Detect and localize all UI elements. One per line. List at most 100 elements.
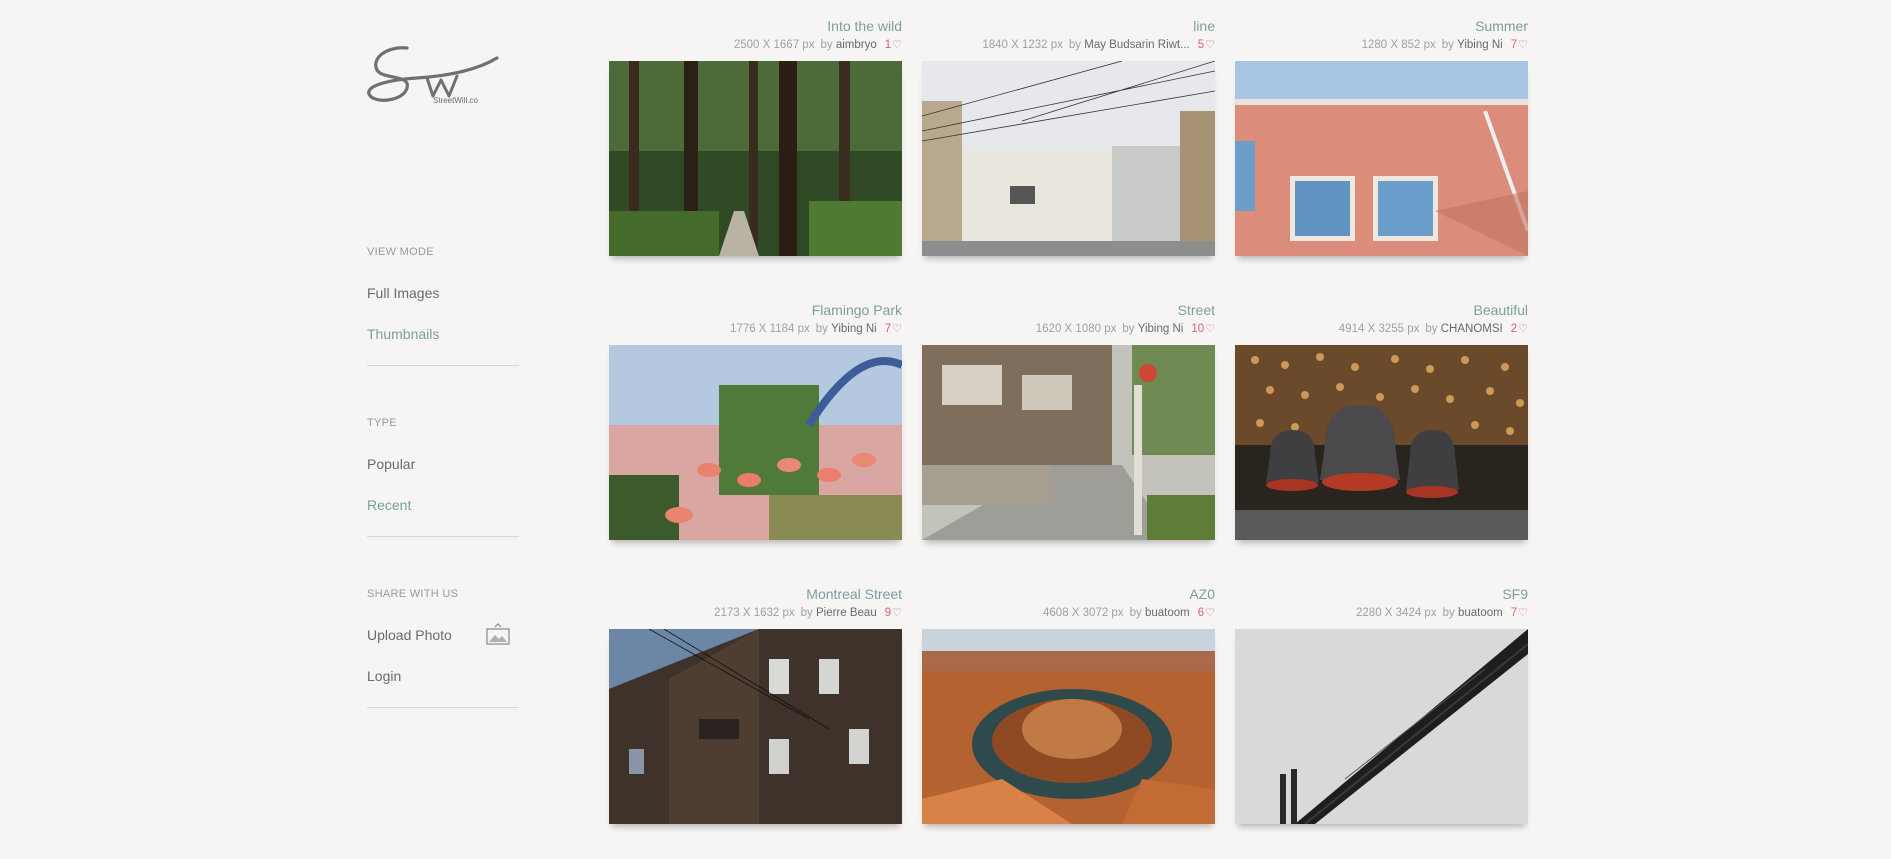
flamingos-image — [609, 345, 902, 540]
photo-dimensions: 1776 X 1184 px — [730, 323, 810, 335]
photo-author[interactable]: May Budsarin Riwt... — [1084, 39, 1189, 51]
like-count: 9 — [884, 607, 892, 619]
photo-thumbnail[interactable] — [609, 61, 902, 256]
photo-thumbnail[interactable] — [1235, 629, 1528, 824]
type-label: TYPE — [367, 417, 397, 429]
photo-thumbnail[interactable] — [922, 629, 1215, 824]
photo-card[interactable]: SF9 2280 X 3424 px by buatoom 7♡ — [1235, 568, 1528, 851]
photo-title[interactable]: Flamingo Park — [812, 302, 902, 318]
heart-icon[interactable]: ♡ — [892, 39, 902, 51]
photo-card[interactable]: AZ0 4608 X 3072 px by buatoom 6♡ — [922, 568, 1215, 851]
photo-author[interactable]: buatoom — [1458, 607, 1503, 619]
photo-thumbnail[interactable] — [609, 345, 902, 540]
photo-dimensions: 4608 X 3072 px — [1043, 607, 1124, 619]
heart-icon[interactable]: ♡ — [1205, 39, 1215, 51]
brick-wall-image — [1235, 61, 1528, 256]
photo-meta: 1776 X 1184 px by Yibing Ni 7♡ — [730, 322, 902, 335]
photo-card[interactable]: Beautiful 4914 X 3255 px by CHANOMSI 2♡ — [1235, 284, 1528, 567]
sidebar: StreetWill.co VIEW MODE Full Images Thum… — [367, 0, 519, 859]
like-count: 7 — [884, 323, 892, 335]
forest-image — [609, 61, 902, 256]
like-count: 6 — [1197, 607, 1205, 619]
photo-title[interactable]: Summer — [1475, 18, 1528, 34]
by-label: by — [820, 39, 833, 51]
view-mode-label: VIEW MODE — [367, 246, 434, 258]
heart-icon[interactable]: ♡ — [1518, 323, 1528, 335]
photo-dimensions: 1280 X 852 px — [1361, 39, 1436, 51]
bridge-image — [1235, 629, 1528, 824]
upload-photo-link[interactable]: Upload Photo — [367, 627, 452, 643]
photo-thumbnail[interactable] — [1235, 61, 1528, 256]
photo-author[interactable]: buatoom — [1145, 607, 1190, 619]
by-label: by — [815, 323, 828, 335]
photo-card[interactable]: line 1840 X 1232 px by May Budsarin Riwt.… — [922, 0, 1215, 283]
photo-title[interactable]: line — [1193, 18, 1215, 34]
heart-icon[interactable]: ♡ — [1518, 39, 1528, 51]
share-label: SHARE WITH US — [367, 588, 459, 600]
photo-title[interactable]: Beautiful — [1474, 302, 1528, 318]
type-popular-link[interactable]: Popular — [367, 456, 415, 472]
photo-dimensions: 2500 X 1667 px — [733, 39, 815, 51]
photo-card[interactable]: Flamingo Park 1776 X 1184 px by Yibing Ni… — [609, 284, 902, 567]
like-count: 7 — [1510, 607, 1518, 619]
by-label: by — [1068, 39, 1082, 51]
photo-card[interactable]: Into the wild 2500 X 1667 px by aimbryo 1♡ — [609, 0, 902, 283]
photo-thumbnail[interactable] — [609, 629, 902, 824]
by-label: by — [800, 607, 813, 619]
photo-title[interactable]: AZ0 — [1189, 586, 1215, 602]
photo-dimensions: 1840 X 1232 px — [982, 39, 1063, 51]
by-label: by — [1442, 607, 1455, 619]
like-count: 10 — [1191, 323, 1205, 335]
photo-author[interactable]: Yibing Ni — [1138, 323, 1184, 335]
like-count: 1 — [884, 39, 892, 51]
photo-meta: 2500 X 1667 px by aimbryo 1♡ — [734, 38, 902, 51]
heart-icon[interactable]: ♡ — [892, 323, 902, 335]
like-count: 7 — [1510, 39, 1518, 51]
photo-dimensions: 2280 X 3424 px — [1356, 607, 1437, 619]
heart-icon[interactable]: ♡ — [1518, 607, 1528, 619]
building-image — [609, 629, 902, 824]
photo-title[interactable]: Montreal Street — [806, 586, 902, 602]
canyon-image — [922, 629, 1215, 824]
photo-meta: 1620 X 1080 px by Yibing Ni 10♡ — [1036, 322, 1215, 335]
photo-card[interactable]: Montreal Street 2173 X 1632 px by Pierre … — [609, 568, 902, 851]
by-label: by — [1129, 607, 1142, 619]
image-upload-icon[interactable] — [486, 623, 510, 645]
photo-title[interactable]: Street — [1178, 302, 1215, 318]
by-label: by — [1441, 39, 1454, 51]
photo-meta: 1280 X 852 px by Yibing Ni 7♡ — [1362, 38, 1528, 51]
street-wires-image — [922, 61, 1215, 256]
photo-author[interactable]: Yibing Ni — [831, 323, 877, 335]
login-link[interactable]: Login — [367, 668, 401, 684]
photo-meta: 1840 X 1232 px by May Budsarin Riwt... 5♡ — [982, 38, 1215, 51]
by-label: by — [1122, 323, 1135, 335]
photo-author[interactable]: Yibing Ni — [1457, 39, 1503, 51]
view-thumbnails-link[interactable]: Thumbnails — [367, 326, 439, 342]
sidebar-divider — [367, 536, 519, 537]
photo-title[interactable]: Into the wild — [827, 18, 902, 34]
heart-icon[interactable]: ♡ — [1205, 323, 1215, 335]
heart-icon[interactable]: ♡ — [1205, 607, 1215, 619]
photo-card[interactable]: Street 1620 X 1080 px by Yibing Ni 10♡ — [922, 284, 1215, 567]
sidebar-divider — [367, 365, 519, 366]
sidebar-divider — [367, 707, 519, 708]
photo-meta: 4914 X 3255 px by CHANOMSI 2♡ — [1339, 322, 1528, 335]
photo-thumbnail[interactable] — [1235, 345, 1528, 540]
bells-image — [1235, 345, 1528, 540]
photo-author[interactable]: Pierre Beau — [816, 607, 877, 619]
photo-title[interactable]: SF9 — [1502, 586, 1528, 602]
heart-icon[interactable]: ♡ — [892, 607, 902, 619]
photo-author[interactable]: aimbryo — [836, 39, 877, 51]
photo-thumbnail[interactable] — [922, 345, 1215, 540]
streetwill-logo[interactable]: StreetWill.co — [367, 40, 507, 116]
photo-card[interactable]: Summer 1280 X 852 px by Yibing Ni 7♡ — [1235, 0, 1528, 283]
photo-thumbnail[interactable] — [922, 61, 1215, 256]
photo-dimensions: 2173 X 1632 px — [714, 607, 795, 619]
photo-meta: 4608 X 3072 px by buatoom 6♡ — [1043, 606, 1215, 619]
type-recent-link[interactable]: Recent — [367, 497, 411, 513]
japan-street-image — [922, 345, 1215, 540]
view-full-images-link[interactable]: Full Images — [367, 285, 439, 301]
photo-author[interactable]: CHANOMSI — [1441, 323, 1503, 335]
like-count: 2 — [1510, 323, 1518, 335]
photo-dimensions: 4914 X 3255 px — [1338, 323, 1420, 335]
